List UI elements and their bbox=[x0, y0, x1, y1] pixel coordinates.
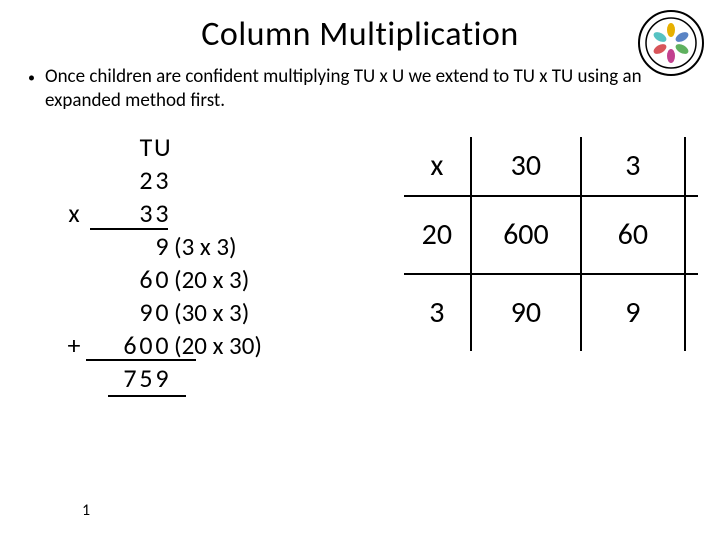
plus-sign: + bbox=[60, 329, 88, 362]
school-logo bbox=[636, 8, 706, 83]
grid-col1: 3 bbox=[582, 137, 684, 195]
grid-col0: 30 bbox=[472, 137, 580, 195]
p1-value: 9 bbox=[154, 230, 170, 263]
grid-symbol: x bbox=[404, 137, 470, 195]
grid-d01: 60 bbox=[582, 197, 684, 273]
p2-note: (20 x 3) bbox=[174, 264, 249, 295]
header-t: T bbox=[138, 131, 154, 164]
slide-title: Column Multiplication bbox=[0, 0, 720, 55]
bullet-text: Once children are confident multiplying … bbox=[45, 65, 692, 113]
result-u: 9 bbox=[154, 362, 170, 395]
n1-tens: 2 bbox=[138, 164, 154, 197]
p3-note: (30 x 3) bbox=[174, 297, 249, 328]
n2-tens: 3 bbox=[138, 197, 154, 230]
expanded-calculation: TU 23 x33 9(3 x 3) 60(20 x 3) 90(30 x 3)… bbox=[60, 131, 376, 395]
p4-units: 0 bbox=[154, 329, 170, 362]
p3-tens: 9 bbox=[138, 296, 154, 329]
p4-tens: 0 bbox=[138, 329, 154, 362]
p4-hundreds: 6 bbox=[122, 329, 138, 362]
bullet-item: • Once children are confident multiplyin… bbox=[0, 55, 720, 113]
grid-row1: 3 bbox=[404, 275, 470, 351]
p2-tens: 6 bbox=[138, 263, 154, 296]
grid-d10: 90 bbox=[472, 275, 580, 351]
grid-d00: 600 bbox=[472, 197, 580, 273]
grid-row0: 20 bbox=[404, 197, 470, 273]
multiply-sign: x bbox=[60, 197, 88, 230]
result-h: 7 bbox=[122, 362, 138, 395]
page-number: 1 bbox=[82, 501, 90, 520]
bullet-dot-icon: • bbox=[28, 69, 35, 86]
grid-method: x 30 3 20 600 60 3 90 9 bbox=[404, 137, 700, 357]
p2-units: 0 bbox=[154, 263, 170, 296]
p1-note: (3 x 3) bbox=[174, 231, 237, 262]
n1-units: 3 bbox=[154, 164, 170, 197]
p4-note: (20 x 30) bbox=[174, 330, 262, 361]
grid-d11: 9 bbox=[582, 275, 684, 351]
result-t: 5 bbox=[138, 362, 154, 395]
header-u: U bbox=[154, 131, 170, 164]
n2-units: 3 bbox=[154, 197, 170, 230]
p3-units: 0 bbox=[154, 296, 170, 329]
